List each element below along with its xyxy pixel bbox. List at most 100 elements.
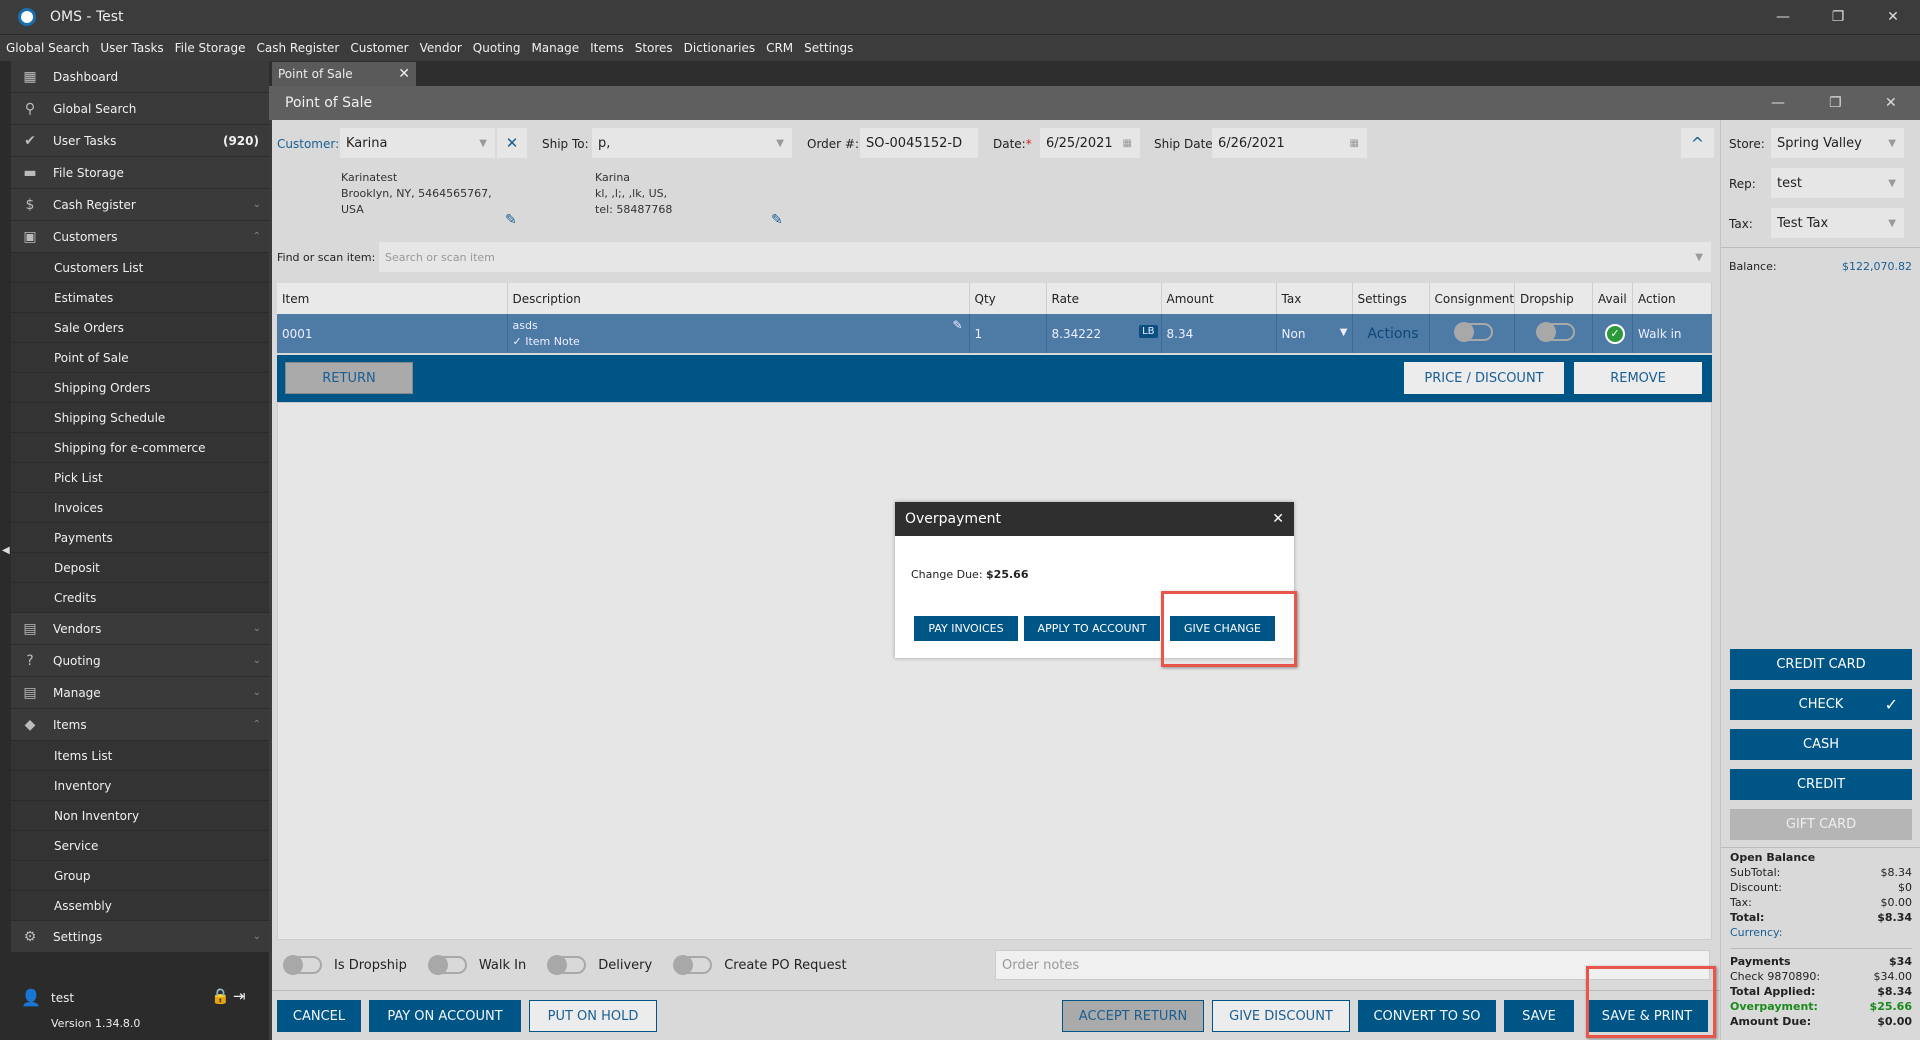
menu-item-settings[interactable]: Settings <box>804 41 853 55</box>
store-select[interactable]: Spring Valley ▼ <box>1771 128 1904 158</box>
credit-card-button[interactable]: CREDIT CARD <box>1730 649 1912 680</box>
collapse-header-button[interactable]: ^ <box>1681 128 1714 158</box>
sidebar-item-settings[interactable]: ⚙ Settings ⌄ <box>11 921 269 953</box>
panel-restore-button[interactable]: ❐ <box>1829 95 1842 111</box>
table-row[interactable]: 0001 asds ✓ Item Note ✎ 1 8.34222 LB 8.34 N… <box>277 314 1712 353</box>
sidebar-item-point-of-sale[interactable]: Point of Sale <box>11 343 269 373</box>
chevron-icon[interactable]: ⌃ <box>253 719 261 730</box>
menu-item-crm[interactable]: CRM <box>766 41 793 55</box>
sidebar-item-estimates[interactable]: Estimates <box>11 283 269 313</box>
check-button[interactable]: CHECK ✓ <box>1730 689 1912 720</box>
close-tab-icon[interactable]: ✕ <box>398 66 410 82</box>
chevron-icon[interactable]: ⌄ <box>253 931 261 942</box>
sidebar-item-file-storage[interactable]: ▬ File Storage <box>11 157 269 189</box>
ship-to-select[interactable]: p, ▼ <box>592 128 792 158</box>
pay-invoices-button[interactable]: PAY INVOICES <box>914 616 1018 641</box>
sidebar-item-pick-list[interactable]: Pick List <box>11 463 269 493</box>
is-dropship-toggle[interactable] <box>283 955 322 975</box>
actions-link[interactable]: Actions <box>1352 314 1430 353</box>
sidebar-item-shipping-orders[interactable]: Shipping Orders <box>11 373 269 403</box>
description-cell[interactable]: asds ✓ Item Note ✎ <box>507 314 970 353</box>
menu-item-file-storage[interactable]: File Storage <box>175 41 246 55</box>
ship-date-field[interactable]: 6/26/2021 ▦ <box>1212 128 1367 158</box>
menu-item-dictionaries[interactable]: Dictionaries <box>684 41 755 55</box>
menu-item-user-tasks[interactable]: User Tasks <box>100 41 163 55</box>
sidebar-item-group[interactable]: Group <box>11 861 269 891</box>
sidebar-item-items-list[interactable]: Items List <box>11 741 269 771</box>
menu-item-customer[interactable]: Customer <box>350 41 408 55</box>
clear-customer-button[interactable]: ✕ <box>497 128 527 158</box>
date-field[interactable]: 6/25/2021 ▦ <box>1040 128 1140 158</box>
pay-on-account-button[interactable]: PAY ON ACCOUNT <box>369 1000 521 1032</box>
menu-item-manage[interactable]: Manage <box>531 41 579 55</box>
delivery-toggle[interactable] <box>547 955 587 975</box>
dropship-toggle[interactable] <box>1514 314 1594 353</box>
sidebar-item-dashboard[interactable]: ▦ Dashboard <box>11 61 269 93</box>
menu-item-cash-register[interactable]: Cash Register <box>257 41 340 55</box>
cancel-button[interactable]: CANCEL <box>277 1000 361 1032</box>
close-dialog-icon[interactable]: ✕ <box>1272 511 1284 527</box>
sidebar-item-shipping-for-e-commerce[interactable]: Shipping for e-commerce <box>11 433 269 463</box>
save-button[interactable]: SAVE <box>1504 1000 1574 1032</box>
sidebar-item-service[interactable]: Service <box>11 831 269 861</box>
tab-point-of-sale[interactable]: Point of Sale ✕ <box>272 62 416 86</box>
currency-link[interactable]: Currency: <box>1730 925 1912 940</box>
close-window-button[interactable]: ✕ <box>1870 0 1916 34</box>
give-discount-button[interactable]: GIVE DISCOUNT <box>1212 1000 1350 1032</box>
rate-cell[interactable]: 8.34222 LB <box>1046 314 1162 353</box>
chevron-icon[interactable]: ⌄ <box>253 199 261 210</box>
sidebar-item-payments[interactable]: Payments <box>11 523 269 553</box>
create-po-toggle[interactable] <box>673 955 713 975</box>
remove-button[interactable]: REMOVE <box>1574 362 1702 394</box>
sidebar-item-credits[interactable]: Credits <box>11 583 269 613</box>
accept-return-button[interactable]: ACCEPT RETURN <box>1062 1000 1204 1032</box>
restore-button[interactable]: ❐ <box>1815 0 1861 34</box>
sidebar-item-items[interactable]: ◆ Items ⌃ <box>11 709 269 741</box>
convert-to-so-button[interactable]: CONVERT TO SO <box>1358 1000 1496 1032</box>
balance-value[interactable]: $122,070.82 <box>1842 260 1912 273</box>
sidebar-item-inventory[interactable]: Inventory <box>11 771 269 801</box>
qty-cell[interactable]: 1 <box>969 314 1047 353</box>
consignment-toggle[interactable] <box>1429 314 1516 353</box>
credit-button[interactable]: CREDIT <box>1730 769 1912 800</box>
sidebar-item-quoting[interactable]: ? Quoting ⌄ <box>11 645 269 677</box>
edit-billing-icon[interactable]: ✎ <box>505 212 517 228</box>
menu-item-quoting[interactable]: Quoting <box>473 41 521 55</box>
return-button[interactable]: RETURN <box>285 362 413 394</box>
menu-item-stores[interactable]: Stores <box>635 41 673 55</box>
panel-close-button[interactable]: ✕ <box>1885 95 1897 111</box>
sidebar-item-sale-orders[interactable]: Sale Orders <box>11 313 269 343</box>
walk-in-toggle[interactable] <box>427 955 467 975</box>
collapse-sidebar-icon[interactable]: ◀ <box>2 545 10 556</box>
chevron-icon[interactable]: ⌄ <box>253 623 261 634</box>
chevron-icon[interactable]: ⌄ <box>253 655 261 666</box>
menu-item-vendor[interactable]: Vendor <box>420 41 462 55</box>
calendar-icon[interactable]: ▦ <box>1123 138 1132 149</box>
customer-select[interactable]: Karina ▼ <box>340 128 495 158</box>
menu-item-items[interactable]: Items <box>590 41 624 55</box>
sidebar-item-vendors[interactable]: ▤ Vendors ⌄ <box>11 613 269 645</box>
menu-item-global-search[interactable]: Global Search <box>6 41 89 55</box>
cash-button[interactable]: CASH <box>1730 729 1912 760</box>
sidebar-item-assembly[interactable]: Assembly <box>11 891 269 921</box>
edit-description-icon[interactable]: ✎ <box>952 318 962 332</box>
lock-icon[interactable]: 🔒 <box>211 987 230 1005</box>
tax-select[interactable]: Test Tax ▼ <box>1771 208 1904 238</box>
gift-card-button[interactable]: GIFT CARD <box>1730 809 1912 840</box>
order-number-field[interactable]: SO-0045152-D <box>860 128 978 158</box>
sidebar-item-customers-list[interactable]: Customers List <box>11 253 269 283</box>
sidebar-item-shipping-schedule[interactable]: Shipping Schedule <box>11 403 269 433</box>
rep-select[interactable]: test ▼ <box>1771 168 1904 198</box>
edit-shipping-icon[interactable]: ✎ <box>771 212 783 228</box>
find-item-input[interactable]: Search or scan item ▼ <box>379 242 1711 272</box>
chevron-icon[interactable]: ⌃ <box>253 231 261 242</box>
sidebar-item-user-tasks[interactable]: ✔ User Tasks (920) <box>11 125 269 157</box>
sidebar-item-global-search[interactable]: ⚲ Global Search <box>11 93 269 125</box>
chevron-icon[interactable]: ⌄ <box>253 687 261 698</box>
calendar-icon[interactable]: ▦ <box>1350 138 1359 149</box>
sidebar-item-deposit[interactable]: Deposit <box>11 553 269 583</box>
panel-minimize-button[interactable]: — <box>1771 95 1785 111</box>
sidebar-item-invoices[interactable]: Invoices <box>11 493 269 523</box>
logout-icon[interactable]: ⇥ <box>233 987 246 1005</box>
sidebar-item-cash-register[interactable]: $ Cash Register ⌄ <box>11 189 269 221</box>
